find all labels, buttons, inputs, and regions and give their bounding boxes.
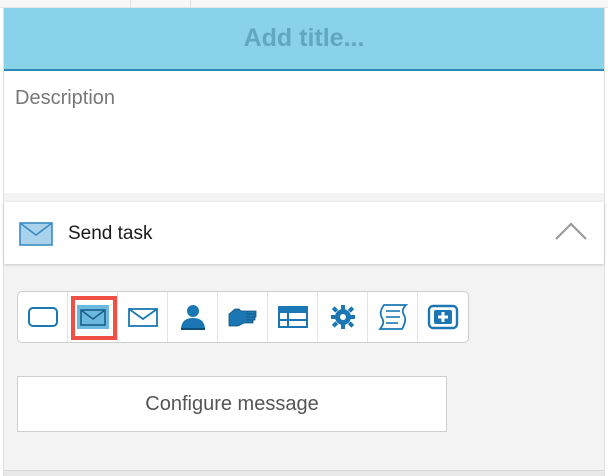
- task-type-call-activity[interactable]: [418, 292, 468, 342]
- section-label: Send task: [68, 223, 153, 244]
- receive-task-icon: [127, 308, 158, 327]
- title-placeholder: Add title...: [243, 24, 365, 52]
- panel-bottom-divider: [4, 470, 604, 476]
- script-task-icon: [377, 304, 408, 330]
- task-type-empty[interactable]: [18, 292, 68, 342]
- envelope-icon: [19, 222, 53, 246]
- task-type-business-rule[interactable]: [268, 292, 318, 342]
- task-type-toolbar: [17, 291, 469, 343]
- task-type-send[interactable]: [68, 292, 118, 342]
- manual-task-icon: [228, 308, 256, 327]
- chevron-up-icon[interactable]: [554, 220, 588, 242]
- title-input[interactable]: Add title...: [4, 8, 604, 71]
- background-app-strip: [0, 0, 608, 8]
- description-field[interactable]: Description: [4, 71, 604, 193]
- task-type-manual[interactable]: [218, 292, 268, 342]
- task-type-user[interactable]: [168, 292, 218, 342]
- task-type-section-header[interactable]: Send task: [4, 202, 604, 264]
- business-rule-task-icon: [277, 306, 308, 328]
- user-task-icon: [180, 305, 205, 330]
- task-edit-panel: Add title... Description Send task Confi…: [3, 8, 605, 476]
- empty-task-icon: [27, 307, 58, 327]
- task-type-script[interactable]: [368, 292, 418, 342]
- service-task-icon: [330, 305, 355, 329]
- background-divider: [130, 0, 131, 8]
- task-type-service[interactable]: [318, 292, 368, 342]
- configure-message-button[interactable]: Configure message: [17, 376, 447, 432]
- selection-highlight: [71, 296, 117, 340]
- background-divider: [190, 0, 191, 8]
- description-placeholder: Description: [15, 87, 116, 109]
- call-activity-icon: [427, 304, 459, 330]
- task-type-receive[interactable]: [118, 292, 168, 342]
